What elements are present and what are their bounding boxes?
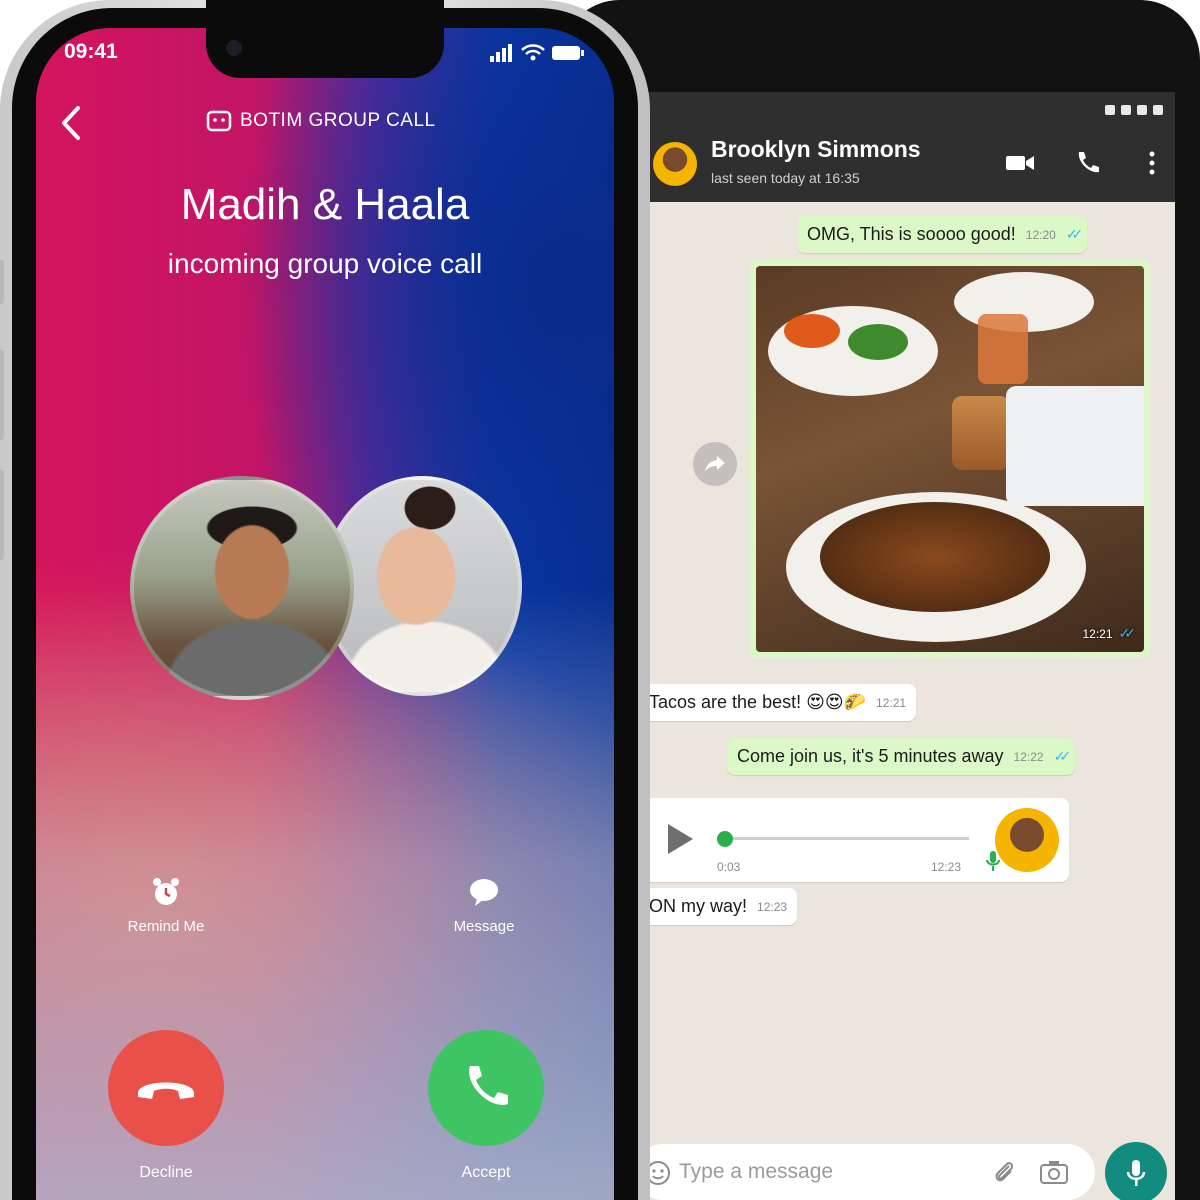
message-time: 12:21 <box>876 695 907 710</box>
food-photo[interactable]: 12:21 ✓✓ <box>756 266 1144 652</box>
video-call-icon[interactable] <box>1005 150 1035 176</box>
chat-header: Brooklyn Simmons last seen today at 16:3… <box>645 92 1175 202</box>
iphone-notch <box>206 0 444 78</box>
mic-icon <box>1126 1160 1146 1186</box>
status-bar-time: 09:41 <box>64 40 118 63</box>
read-receipt-icon: ✓✓ <box>1065 226 1084 242</box>
volume-down-button <box>0 470 4 560</box>
message-button[interactable]: Message <box>414 876 554 935</box>
forward-icon <box>705 456 725 472</box>
status-bar-icons <box>490 44 584 62</box>
photo-meta: 12:21 ✓✓ <box>1082 625 1137 642</box>
hang-up-icon <box>138 1082 194 1099</box>
mute-switch <box>0 260 4 304</box>
message-time: 12:23 <box>931 860 962 874</box>
participant-avatar-madih <box>130 476 354 700</box>
voice-record-button[interactable] <box>1105 1142 1167 1200</box>
message-text: ON my way! <box>649 896 748 916</box>
contact-name[interactable]: Brooklyn Simmons <box>711 136 921 163</box>
chat-bubble-icon <box>470 879 498 906</box>
alarm-clock-icon <box>153 878 179 905</box>
front-camera <box>226 40 242 56</box>
forward-button[interactable] <box>693 442 737 486</box>
message-time: 12:23 <box>757 899 788 914</box>
voice-progress-handle[interactable] <box>717 831 733 847</box>
message-time: 12:22 <box>1013 749 1044 764</box>
more-options-icon[interactable] <box>1137 150 1167 176</box>
call-status: incoming group voice call <box>167 248 483 279</box>
call-type-label: BOTIM GROUP CALL <box>240 110 436 131</box>
photo-message[interactable]: 12:21 ✓✓ <box>750 260 1150 658</box>
call-type-header: BOTIM GROUP CALL <box>206 110 436 132</box>
play-icon[interactable] <box>665 822 695 856</box>
volume-up-button <box>0 350 4 440</box>
camera-icon[interactable] <box>1039 1159 1069 1185</box>
message-time: 12:20 <box>1025 227 1056 242</box>
decline-label: Decline <box>139 1164 193 1181</box>
message-text: Tacos are the best! 😍😍🌮 <box>649 692 867 712</box>
message-composer <box>645 1144 1095 1200</box>
message-bubble-incoming[interactable]: ON my way! 12:23 <box>645 888 798 925</box>
read-receipt-icon: ✓✓ <box>1118 625 1137 641</box>
accept-call-button[interactable] <box>428 1030 544 1146</box>
voice-duration: 0:03 <box>717 860 741 874</box>
message-bubble-incoming[interactable]: Tacos are the best! 😍😍🌮 12:21 <box>645 684 917 721</box>
message-label: Message <box>453 918 515 935</box>
chat-screen: Brooklyn Simmons last seen today at 16:3… <box>645 92 1175 1200</box>
mic-icon <box>986 851 1000 871</box>
voice-call-icon[interactable] <box>1073 150 1103 176</box>
message-bubble-outgoing[interactable]: OMG, This is soooo good! 12:20 ✓✓ <box>797 216 1088 253</box>
back-chevron-icon[interactable] <box>56 104 86 142</box>
phone-icon <box>469 1066 508 1105</box>
sender-avatar <box>995 808 1059 872</box>
decline-call-button[interactable] <box>108 1030 224 1146</box>
caller-name: Madih & Haala <box>180 180 470 229</box>
last-seen-status: last seen today at 16:35 <box>711 170 860 186</box>
android-status-icons <box>1073 100 1163 120</box>
voice-progress-track[interactable] <box>723 837 969 840</box>
message-text: Come join us, it's 5 minutes away <box>737 746 1004 766</box>
remind-me-button[interactable]: Remind Me <box>96 876 236 935</box>
read-receipt-icon: ✓✓ <box>1053 748 1072 764</box>
voice-message[interactable]: 0:03 12:23 <box>645 798 1069 882</box>
attachment-icon[interactable] <box>991 1158 1017 1186</box>
message-text: OMG, This is soooo good! <box>807 224 1016 244</box>
contact-avatar[interactable] <box>653 142 697 186</box>
message-bubble-outgoing[interactable]: Come join us, it's 5 minutes away 12:22 … <box>727 738 1076 775</box>
message-input[interactable] <box>679 1152 969 1192</box>
accept-label: Accept <box>461 1164 511 1181</box>
botim-logo-icon <box>206 110 232 132</box>
message-time: 12:21 <box>1082 626 1113 641</box>
remind-me-label: Remind Me <box>127 918 205 935</box>
